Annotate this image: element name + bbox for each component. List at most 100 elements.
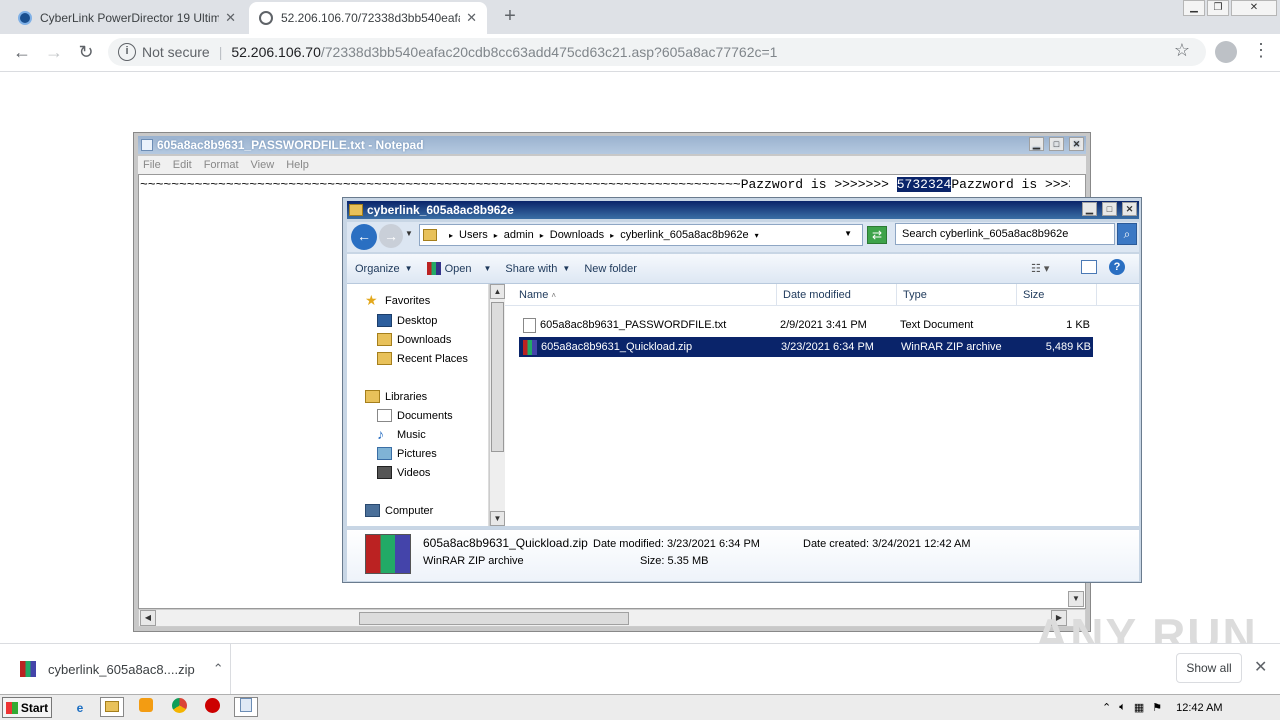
nav-libraries[interactable]: Libraries [365, 390, 427, 403]
nav-recent-places[interactable]: Recent Places [377, 352, 468, 365]
share-with-button[interactable]: Share with ▼ [505, 263, 570, 275]
chevron-right-icon[interactable]: ▸ [449, 231, 453, 240]
close-window-button[interactable]: ✕ [1231, 0, 1277, 16]
restore-button[interactable]: ❐ [1207, 0, 1229, 16]
tab-cyberlink[interactable]: CyberLink PowerDirector 19 Ultimate ✕ [8, 2, 246, 34]
view-options-icon[interactable]: ☷ ▾ [1031, 262, 1049, 275]
security-app-icon[interactable] [200, 697, 224, 717]
nav-videos[interactable]: Videos [377, 466, 430, 479]
new-folder-button[interactable]: New folder [584, 263, 637, 275]
close-downloads-bar-icon[interactable]: ✕ [1254, 657, 1267, 677]
volume-icon[interactable]: 🔈︎ [1119, 701, 1126, 714]
nav-scroll-up-arrow[interactable]: ▲ [490, 284, 505, 299]
menu-format[interactable]: Format [204, 159, 239, 171]
chrome-menu-icon[interactable]: ⋮ [1252, 40, 1270, 61]
column-name[interactable]: Name ˄ [505, 284, 777, 306]
chevron-right-icon[interactable]: ▸ [494, 231, 498, 240]
pictures-icon [377, 447, 392, 460]
chrome-icon[interactable] [167, 697, 191, 717]
chevron-right-icon[interactable]: ▸ [610, 231, 614, 240]
reload-icon[interactable]: ↻ [74, 41, 98, 65]
nav-scroll-down-arrow[interactable]: ▼ [490, 511, 505, 526]
explorer-titlebar[interactable]: cyberlink_605a8ac8b962e ▁ □ ✕ [347, 201, 1139, 219]
forward-arrow-icon[interactable]: → [42, 41, 66, 65]
nav-pictures[interactable]: Pictures [377, 447, 437, 460]
notepad-hscrollbar[interactable]: ◀ ▶ [138, 609, 1086, 627]
search-icon[interactable]: ⌕ [1117, 223, 1137, 245]
details-size: Size: 5.35 MB [640, 555, 709, 567]
download-item[interactable]: cyberlink_605a8ac8....zip ⌃ [0, 644, 231, 694]
profile-avatar-icon[interactable] [1215, 41, 1237, 63]
organize-button[interactable]: Organize ▼ [355, 263, 413, 275]
breadcrumb[interactable]: ▸ Users ▸ admin ▸ Downloads ▸ cyberlink_… [419, 224, 863, 246]
notepad-minimize-button[interactable]: ▁ [1029, 137, 1044, 151]
column-type[interactable]: Type [897, 284, 1017, 306]
network-icon[interactable]: ▦ [1134, 701, 1144, 714]
open-button[interactable]: Open ▼ [426, 262, 491, 275]
breadcrumb-admin[interactable]: admin [504, 229, 534, 241]
back-arrow-icon[interactable]: ← [10, 41, 34, 65]
nav-music[interactable]: ♪ Music [377, 427, 426, 441]
chevron-up-icon[interactable]: ⌃ [213, 661, 224, 677]
tab-close-icon[interactable]: ✕ [466, 10, 477, 26]
media-player-icon[interactable] [134, 697, 158, 717]
nav-computer[interactable]: Computer [365, 504, 433, 517]
explorer-maximize-button[interactable]: □ [1102, 202, 1117, 216]
nav-scroll-thumb[interactable] [491, 302, 504, 452]
notepad-close-button[interactable]: ✕ [1069, 137, 1084, 151]
file-row-selected[interactable]: 605a8ac8b9631_Quickload.zip 3/23/2021 6:… [519, 337, 1093, 357]
details-type: WinRAR ZIP archive [423, 555, 524, 567]
nav-desktop[interactable]: Desktop [377, 314, 437, 327]
hscroll-thumb[interactable] [359, 612, 629, 625]
menu-file[interactable]: File [143, 159, 161, 171]
nav-downloads[interactable]: Downloads [377, 333, 451, 346]
breadcrumb-folder[interactable]: cyberlink_605a8ac8b962e [620, 229, 748, 241]
explorer-close-button[interactable]: ✕ [1122, 202, 1137, 216]
menu-view[interactable]: View [251, 159, 275, 171]
winrar-large-icon [365, 534, 411, 574]
preview-pane-icon[interactable] [1081, 260, 1097, 274]
nav-computer-label: Computer [385, 504, 434, 517]
column-date[interactable]: Date modified [777, 284, 897, 306]
hscroll-left-arrow[interactable]: ◀ [140, 610, 156, 626]
menu-help[interactable]: Help [286, 159, 309, 171]
vscroll-down-arrow[interactable]: ▼ [1068, 591, 1084, 607]
tab-active-url[interactable]: 52.206.106.70/72338d3bb540eafac ✕ [249, 2, 487, 34]
forward-button[interactable]: → [379, 224, 403, 248]
chevron-right-icon[interactable]: ▸ [540, 231, 544, 240]
start-button[interactable]: Start [2, 697, 52, 718]
explorer-minimize-button[interactable]: ▁ [1082, 202, 1097, 216]
tray-chevron-icon[interactable]: ⌃ [1102, 701, 1111, 714]
tab-close-icon[interactable]: ✕ [225, 10, 236, 26]
refresh-icon[interactable]: ⇄ [867, 226, 887, 244]
file-row[interactable]: 605a8ac8b9631_PASSWORDFILE.txt 2/9/2021 … [519, 315, 1093, 335]
show-all-button[interactable]: Show all [1176, 653, 1242, 683]
notepad-titlebar[interactable]: 605a8ac8b9631_PASSWORDFILE.txt - Notepad… [138, 136, 1086, 154]
file-size: 1 KB [1066, 319, 1090, 331]
bookmark-star-icon[interactable]: ☆ [1174, 40, 1190, 61]
search-input[interactable]: Search cyberlink_605a8ac8b962e [895, 223, 1115, 245]
nav-scrollbar[interactable]: ▲ ▼ [489, 284, 505, 526]
help-icon[interactable]: ? [1109, 259, 1125, 275]
menu-edit[interactable]: Edit [173, 159, 192, 171]
chevron-down-icon[interactable]: ▾ [755, 231, 759, 240]
breadcrumb-users[interactable]: Users [459, 229, 488, 241]
info-icon[interactable]: i [118, 43, 136, 61]
nav-favorites[interactable]: ★ Favorites [365, 293, 430, 307]
internet-explorer-icon[interactable]: e [68, 697, 92, 717]
file-size: 5,489 KB [1045, 341, 1091, 353]
column-size[interactable]: Size [1017, 284, 1097, 306]
action-center-flag-icon[interactable]: ⚑ [1152, 701, 1162, 714]
notepad-maximize-button[interactable]: □ [1049, 137, 1064, 151]
new-tab-button[interactable]: + [498, 4, 522, 28]
nav-documents[interactable]: Documents [377, 409, 453, 422]
back-button[interactable]: ← [351, 224, 377, 250]
minimize-button[interactable]: ▁ [1183, 0, 1205, 16]
address-dropdown-icon[interactable]: ▼ [844, 229, 852, 238]
address-bar[interactable]: i Not secure | 52.206.106.70 /72338d3bb5… [108, 38, 1206, 66]
recent-pages-icon[interactable]: ▼ [405, 229, 413, 238]
clock[interactable]: 12:42 AM [1176, 702, 1222, 714]
breadcrumb-downloads[interactable]: Downloads [550, 229, 604, 241]
explorer-taskbar-icon[interactable] [100, 697, 124, 717]
notepad-taskbar-icon[interactable] [234, 697, 258, 717]
